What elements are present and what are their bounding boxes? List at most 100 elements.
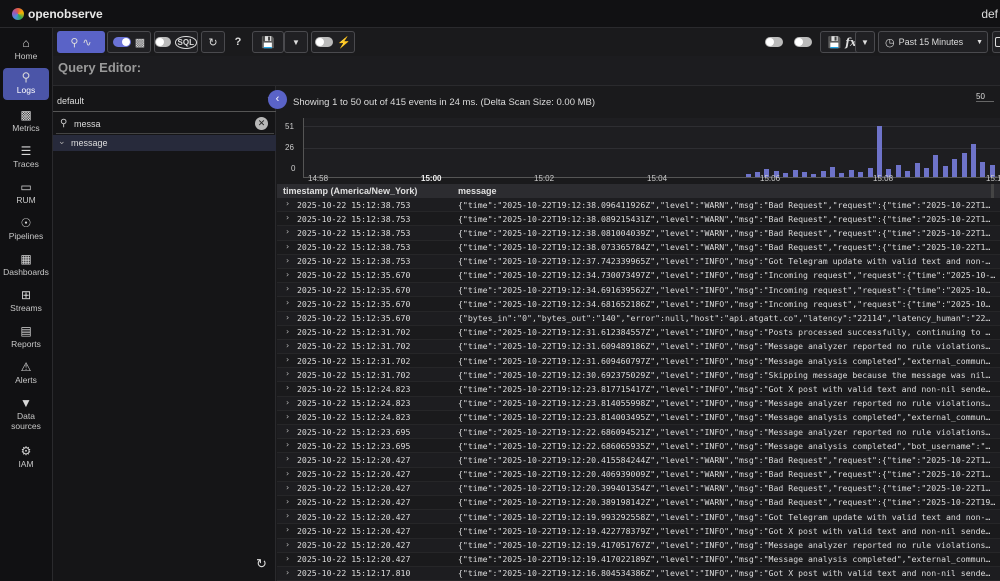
table-row[interactable]: › 2025-10-22 15:12:38.753 {"time":"2025-10…: [277, 254, 1000, 269]
expand-row-icon[interactable]: ›: [286, 355, 289, 364]
expand-row-icon[interactable]: ›: [286, 270, 289, 279]
help-button[interactable]: ?: [228, 31, 248, 53]
table-row[interactable]: › 2025-10-22 15:12:17.810 {"time":"2025-10…: [277, 566, 1000, 581]
expand-row-icon[interactable]: ›: [286, 227, 289, 236]
sql-mode-toggle[interactable]: SQL: [154, 31, 198, 53]
histogram-bar[interactable]: [792, 169, 798, 177]
expand-row-icon[interactable]: ›: [286, 469, 289, 478]
expand-row-icon[interactable]: ›: [286, 483, 289, 492]
expand-row-icon[interactable]: ›: [286, 242, 289, 251]
table-row[interactable]: › 2025-10-22 15:12:35.670 {"time":"2025-10…: [277, 269, 1000, 284]
time-range-picker[interactable]: ◷ Past 15 Minutes ▼: [878, 31, 988, 53]
clear-icon[interactable]: ✕: [255, 117, 268, 130]
histogram-bar[interactable]: [877, 126, 882, 177]
histogram-bar[interactable]: [895, 164, 901, 177]
histogram-bar[interactable]: [745, 173, 751, 177]
table-row[interactable]: › 2025-10-22 15:12:23.695 {"time":"2025-10…: [277, 425, 1000, 440]
expand-row-icon[interactable]: ›: [286, 341, 289, 350]
app-logo[interactable]: openobserve: [12, 7, 103, 21]
table-row[interactable]: › 2025-10-22 15:12:20.427 {"time":"2025-10…: [277, 553, 1000, 567]
histogram-bar[interactable]: [820, 170, 826, 177]
transform-toggle[interactable]: ⚡: [311, 31, 355, 53]
histogram-bar[interactable]: [952, 158, 958, 177]
sidebar-item-home[interactable]: ⌂ Home: [3, 34, 49, 66]
histogram-bar[interactable]: [933, 154, 939, 177]
table-row[interactable]: › 2025-10-22 15:12:20.427 {"time":"2025-10…: [277, 538, 1000, 553]
table-row[interactable]: › 2025-10-22 15:12:38.753 {"time":"2025-10…: [277, 226, 1000, 241]
table-row[interactable]: › 2025-10-22 15:12:31.702 {"time":"2025-10…: [277, 339, 1000, 355]
sidebar-item-rum[interactable]: ▭ RUM: [3, 178, 49, 210]
expand-row-icon[interactable]: ›: [286, 298, 289, 307]
table-row[interactable]: › 2025-10-22 15:12:35.670 {"time":"2025-10…: [277, 283, 1000, 298]
histogram-bar[interactable]: [858, 171, 864, 177]
saved-views-dropdown[interactable]: ▼: [284, 31, 308, 53]
expand-row-icon[interactable]: ›: [286, 327, 289, 336]
table-row[interactable]: › 2025-10-22 15:12:38.753 {"time":"2025-10…: [277, 198, 1000, 213]
table-row[interactable]: › 2025-10-22 15:12:24.823 {"time":"2025-10…: [277, 411, 1000, 425]
sql-mode-switch[interactable]: [155, 37, 171, 47]
table-row[interactable]: › 2025-10-22 15:12:31.702 {"time":"2025-10…: [277, 354, 1000, 369]
sidebar-item-data-sources[interactable]: ▼ Data sources: [3, 394, 49, 434]
page-size-select[interactable]: 50: [976, 92, 994, 102]
expand-row-icon[interactable]: ›: [286, 511, 289, 520]
table-row[interactable]: › 2025-10-22 15:12:38.753 {"time":"2025-10…: [277, 212, 1000, 227]
table-row[interactable]: › 2025-10-22 15:12:24.823 {"time":"2025-10…: [277, 396, 1000, 411]
sidebar-item-iam[interactable]: ⚙ IAM: [3, 442, 49, 474]
table-row[interactable]: › 2025-10-22 15:12:31.702 {"time":"2025-10…: [277, 368, 1000, 383]
histogram-chart[interactable]: [303, 118, 1000, 178]
expand-row-icon[interactable]: ›: [286, 554, 289, 563]
expand-row-icon[interactable]: ›: [286, 540, 289, 549]
sidebar-item-metrics[interactable]: ▩ Metrics: [3, 106, 49, 138]
sidebar-item-streams[interactable]: ⊞ Streams: [3, 286, 49, 318]
table-row[interactable]: › 2025-10-22 15:12:20.427 {"time":"2025-10…: [277, 453, 1000, 468]
table-row[interactable]: › 2025-10-22 15:12:20.427 {"time":"2025-10…: [277, 496, 1000, 511]
expand-row-icon[interactable]: ›: [286, 568, 289, 577]
expand-row-icon[interactable]: ›: [286, 256, 289, 265]
histogram-bar[interactable]: [905, 170, 911, 177]
wrap-toggle[interactable]: [765, 37, 783, 47]
expand-row-icon[interactable]: ›: [286, 412, 289, 421]
histogram-bar[interactable]: [801, 171, 807, 177]
histogram-bar[interactable]: [914, 162, 920, 177]
quick-mode-toggle[interactable]: [794, 37, 812, 47]
histogram-toggle[interactable]: ▩: [107, 31, 151, 53]
expand-row-icon[interactable]: ›: [286, 313, 289, 322]
field-search-input[interactable]: [74, 116, 254, 132]
view-mode-toggle[interactable]: ⚲ ∿: [57, 31, 105, 53]
expand-row-icon[interactable]: ›: [286, 213, 289, 222]
histogram-switch[interactable]: [112, 37, 131, 47]
expand-row-icon[interactable]: ›: [286, 284, 289, 293]
histogram-bar[interactable]: [980, 161, 986, 177]
table-row[interactable]: › 2025-10-22 15:12:20.427 {"time":"2025-10…: [277, 524, 1000, 539]
histogram-bar[interactable]: [924, 167, 929, 177]
expand-row-icon[interactable]: ›: [286, 199, 289, 208]
run-query-checkbox[interactable]: [992, 31, 1000, 53]
histogram-bar[interactable]: [848, 169, 854, 177]
table-row[interactable]: › 2025-10-22 15:12:35.670 {"time":"2025-10…: [277, 297, 1000, 312]
sidebar-item-reports[interactable]: ▤ Reports: [3, 322, 49, 354]
saved-views-button[interactable]: 💾: [252, 31, 284, 53]
table-row[interactable]: › 2025-10-22 15:12:23.695 {"time":"2025-10…: [277, 439, 1000, 454]
table-row[interactable]: › 2025-10-22 15:12:20.427 {"time":"2025-10…: [277, 481, 1000, 496]
functions-dropdown[interactable]: ▼: [855, 31, 875, 53]
sidebar-item-pipelines[interactable]: ☉ Pipelines: [3, 214, 49, 246]
sidebar-item-dashboards[interactable]: ▦ Dashboards: [3, 250, 49, 282]
table-row[interactable]: › 2025-10-22 15:12:24.823 {"time":"2025-10…: [277, 382, 1000, 397]
auto-refresh-button[interactable]: ↻: [201, 31, 225, 53]
table-row[interactable]: › 2025-10-22 15:12:20.427 {"time":"2025-10…: [277, 510, 1000, 525]
expand-row-icon[interactable]: ›: [286, 383, 289, 392]
expand-row-icon[interactable]: ›: [286, 426, 289, 435]
collapse-panel-button[interactable]: ‹: [268, 90, 287, 109]
refresh-fields-button[interactable]: ↻: [256, 556, 267, 572]
field-item-message[interactable]: ⌄ message: [53, 135, 276, 151]
histogram-bar[interactable]: [811, 173, 817, 177]
histogram-bar[interactable]: [839, 172, 845, 177]
table-row[interactable]: › 2025-10-22 15:12:38.753 {"time":"2025-10…: [277, 241, 1000, 255]
column-header-timestamp[interactable]: timestamp (America/New_York): [283, 186, 417, 196]
stream-select[interactable]: default ▼: [53, 88, 276, 112]
histogram-bar[interactable]: [970, 144, 976, 177]
query-editor[interactable]: Query Editor:: [53, 56, 1000, 86]
histogram-bar[interactable]: [961, 152, 967, 177]
expand-row-icon[interactable]: ›: [286, 440, 289, 449]
column-resize-handle[interactable]: [991, 184, 994, 198]
